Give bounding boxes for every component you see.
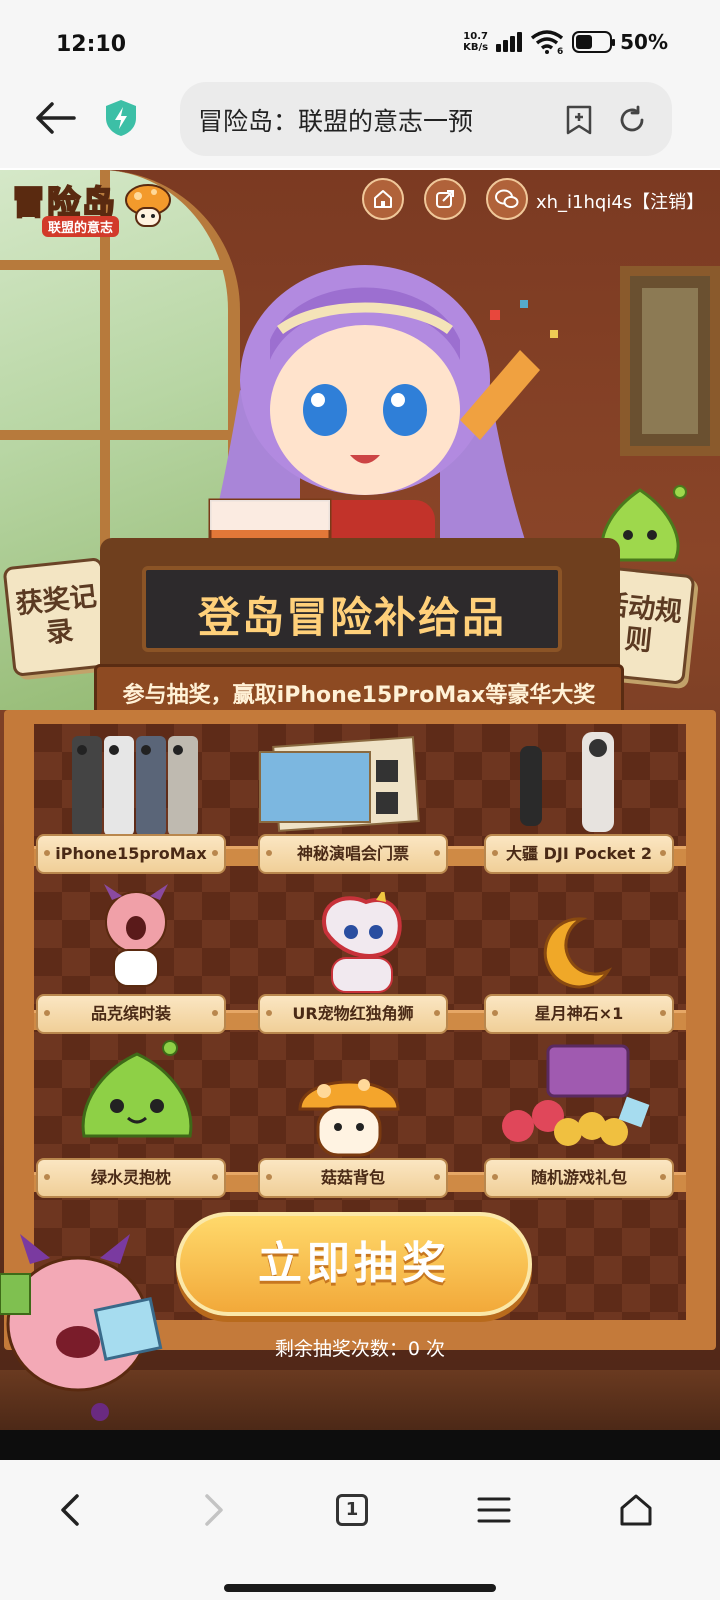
network-speed-value: 10.7 [463, 31, 488, 42]
back-icon[interactable] [40, 1480, 100, 1540]
prize-label[interactable]: 神秘演唱会门票 [258, 834, 448, 874]
status-bar: 12:10 10.7 KB/s 6 50% [0, 0, 720, 90]
signal-icon [496, 32, 523, 52]
prize-label[interactable]: 品克缤时装 [36, 994, 226, 1034]
home-indicator[interactable] [224, 1584, 496, 1592]
menu-icon[interactable] [464, 1480, 524, 1540]
pink-bean-character [0, 1234, 163, 1421]
banner-title: 登岛冒险补给品 [197, 593, 506, 642]
wifi-icon: 6 [531, 30, 563, 54]
green-slime-pillow-image [81, 1040, 193, 1138]
game-logo: 冒险岛 联盟的意志 [11, 176, 172, 238]
prize-label[interactable]: 菇菇背包 [258, 1158, 448, 1198]
address-bar[interactable]: 冒险岛：联盟的意志一预 [180, 82, 672, 156]
prize-label[interactable]: UR宠物红独角狮 [258, 994, 448, 1034]
prize-label[interactable]: 随机游戏礼包 [484, 1158, 674, 1198]
unicorn-lion-pet-image [322, 892, 402, 993]
network-speed: 10.7 KB/s [463, 31, 488, 53]
star-moon-stone-image [543, 917, 612, 989]
back-arrow-icon[interactable] [30, 96, 82, 140]
prize-label[interactable]: 大疆 DJI Pocket 2 [484, 834, 674, 874]
prize-label[interactable]: 星月神石×1 [484, 994, 674, 1034]
browser-toolbar: 冒险岛：联盟的意志一预 [0, 80, 720, 168]
prize-label[interactable]: iPhone15proMax [36, 834, 226, 874]
status-indicators: 10.7 KB/s 6 50% [463, 30, 668, 54]
background-map-painting [620, 266, 720, 456]
banner-subtitle: 参与抽奖，赢取iPhone15ProMax等豪华大奖 [122, 683, 596, 708]
draw-now-button[interactable]: 立即抽奖 [176, 1212, 532, 1316]
add-bookmark-icon[interactable] [564, 104, 594, 136]
status-time: 12:10 [56, 32, 127, 57]
iphone-image [72, 736, 198, 836]
tab-count[interactable]: 1 [336, 1494, 368, 1526]
reload-icon[interactable] [616, 104, 648, 136]
home-icon[interactable] [362, 178, 404, 220]
wifi-label: 6 [557, 47, 563, 54]
battery-percent: 50% [620, 30, 668, 54]
home-icon[interactable] [606, 1480, 666, 1540]
prize-record-label: 获奖记录 [14, 580, 99, 650]
tabs-icon[interactable]: 1 [322, 1480, 382, 1540]
username-logout[interactable]: xh_i1hqi4s【注销】 [536, 188, 704, 214]
network-speed-unit: KB/s [463, 42, 489, 53]
shield-lightning-icon[interactable] [104, 98, 138, 138]
event-page: 冒险岛 联盟的意志 xh_i1hqi4s【注销】 获奖记录 活动规则 登岛冒险补… [0, 170, 720, 1460]
orange-mushroom-icon [125, 184, 171, 227]
dji-pocket-image [520, 732, 614, 832]
prize-record-button[interactable]: 获奖记录 [2, 557, 114, 677]
prize-label[interactable]: 绿水灵抱枕 [36, 1158, 226, 1198]
forward-icon[interactable] [184, 1480, 244, 1540]
concert-ticket-image [259, 736, 420, 832]
pink-bean-costume-image [104, 884, 168, 987]
mushroom-backpack-image [298, 1079, 400, 1157]
share-icon[interactable] [424, 178, 466, 220]
battery-icon [572, 31, 616, 53]
gift-pack-image [502, 1044, 650, 1146]
browser-bottom-nav: 1 [0, 1460, 720, 1600]
logo-subtitle: 联盟的意志 [42, 216, 120, 237]
wechat-icon[interactable] [486, 178, 528, 220]
